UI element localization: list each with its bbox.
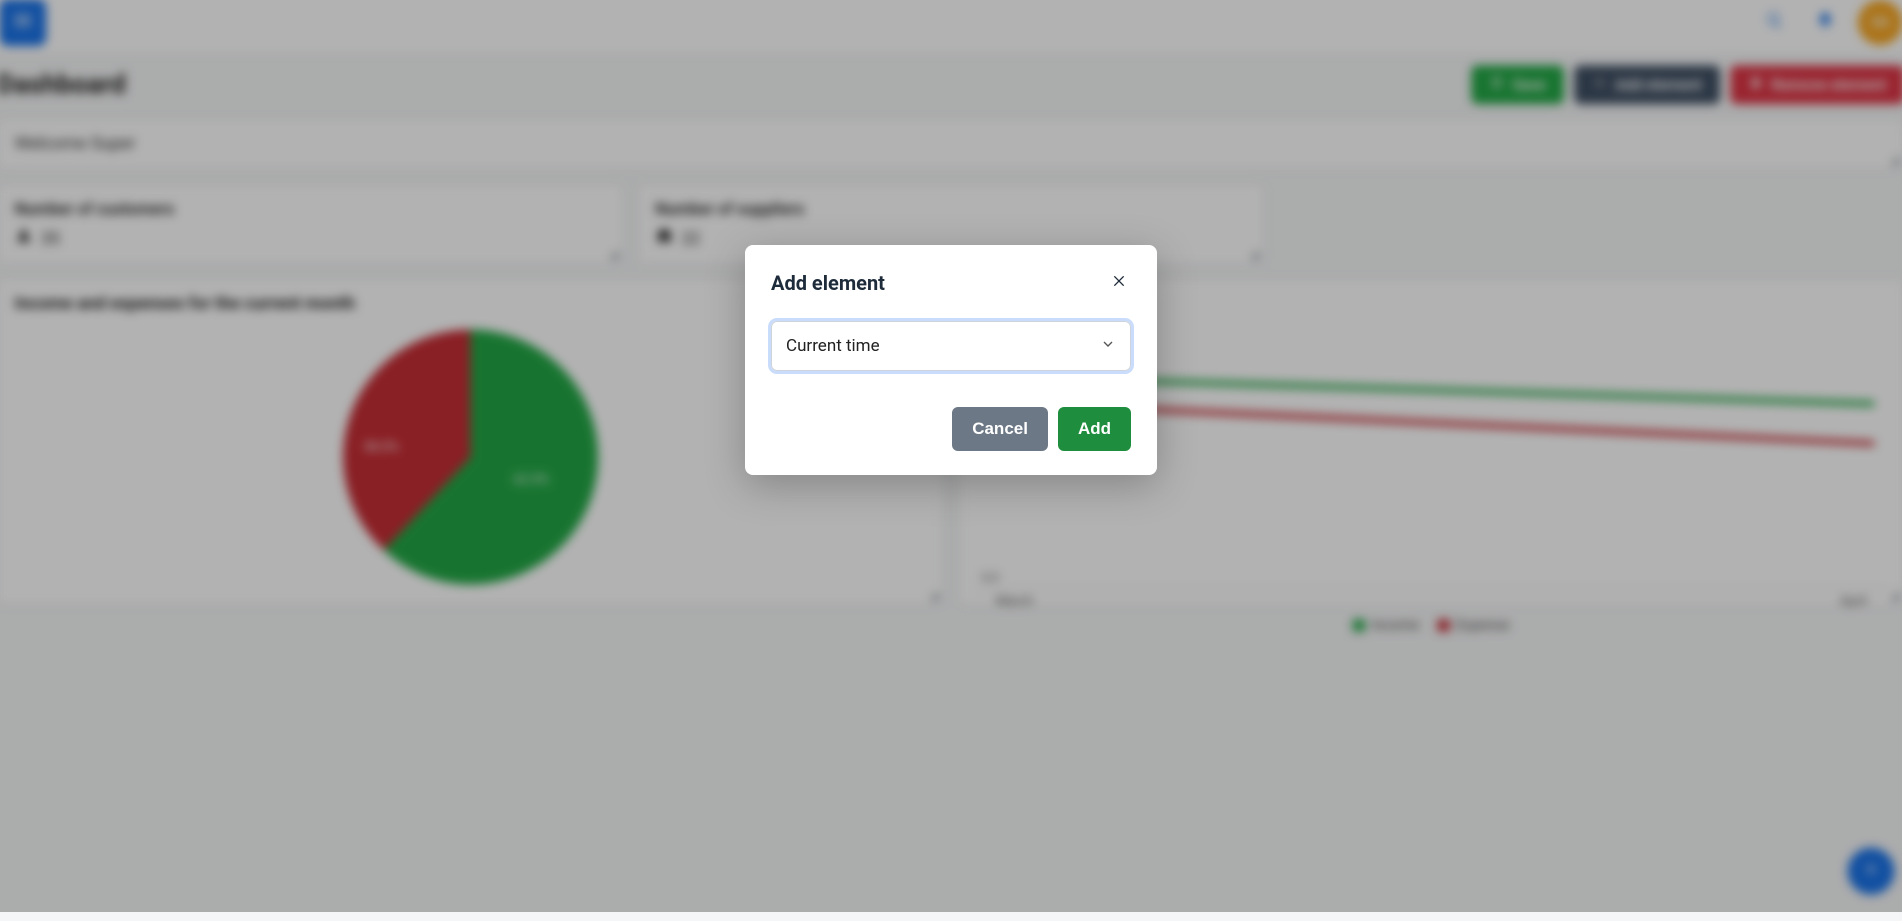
cancel-button[interactable]: Cancel xyxy=(952,407,1048,451)
add-element-modal: Add element Current time Cancel Add xyxy=(745,245,1157,475)
modal-title: Add element xyxy=(771,271,1107,295)
add-button[interactable]: Add xyxy=(1058,407,1131,451)
close-icon xyxy=(1111,273,1127,293)
chevron-down-icon xyxy=(1100,336,1116,357)
close-button[interactable] xyxy=(1107,271,1131,295)
select-value: Current time xyxy=(786,336,880,356)
element-type-select[interactable]: Current time xyxy=(771,321,1131,371)
